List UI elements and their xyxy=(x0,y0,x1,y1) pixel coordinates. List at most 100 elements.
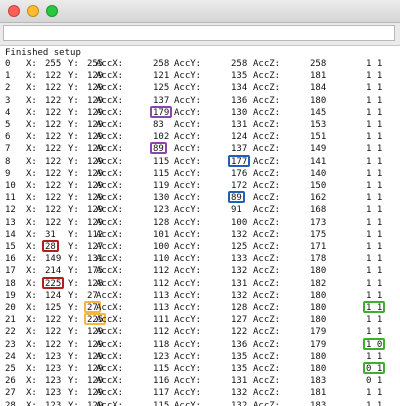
idx-value: 24 xyxy=(5,351,16,362)
y-label: Y: xyxy=(68,376,79,387)
console-line: 24 X: 123 Y: 129 AccX: 123 AccY: 135 AccZ: 180 1 1 xyxy=(0,351,400,363)
y-label: Y: xyxy=(68,59,79,69)
console-line: 16 X: 149 Y: 131 AccX: 110 AccY: 133 AccZ: 178 1 1 xyxy=(0,253,400,265)
accy-label: AccY: xyxy=(174,71,202,82)
accx-value: 115 xyxy=(153,400,170,406)
minimize-icon[interactable] xyxy=(27,5,39,17)
x-value: 122 xyxy=(45,315,62,326)
accy-label: AccY: xyxy=(174,400,202,406)
accx-label: AccX: xyxy=(96,120,124,130)
accy-label: AccY: xyxy=(174,217,202,228)
accy-label: AccY: xyxy=(174,205,202,216)
console-line: 20 X: 125 Y: 27 AccX: 113 AccY: 128 AccZ: 180 1 1 xyxy=(0,301,400,314)
x-value: 122 xyxy=(45,156,62,167)
accy-value: 132 xyxy=(231,266,248,277)
x-label: X: xyxy=(26,254,37,265)
y-label: Y: xyxy=(68,315,79,326)
accx-label: AccX: xyxy=(96,229,124,240)
y-label: Y: xyxy=(68,388,79,399)
flags-value: 1 1 xyxy=(366,59,383,69)
console-line: 4 X: 122 Y: 129 AccX: 179 AccY: 130 AccZ: 145 1 1 xyxy=(0,105,400,119)
accx-label: AccX: xyxy=(96,156,124,167)
accx-value: 111 xyxy=(153,315,170,326)
x-label: X: xyxy=(26,193,37,204)
y-label: Y: xyxy=(68,205,79,216)
y-label: Y: xyxy=(68,400,79,406)
accz-value: 180 xyxy=(310,364,327,374)
console-line: 0 X: 255 Y: 255 AccX: 258 AccY: 258 AccZ: 258 1 1 xyxy=(0,58,400,70)
serial-send-input[interactable] xyxy=(3,25,395,41)
x-label: X: xyxy=(26,400,37,406)
accx-value: 110 xyxy=(153,254,170,265)
accy-label: AccY: xyxy=(174,242,202,252)
idx-value: 3 xyxy=(5,95,11,106)
accx-value: 112 xyxy=(153,327,170,338)
flags-value: 1 1 xyxy=(366,83,383,94)
accz-label: AccZ: xyxy=(253,71,281,82)
accy-value: 135 xyxy=(231,351,248,362)
flags-value: 1 1 xyxy=(366,388,383,399)
accz-value: 180 xyxy=(310,351,327,362)
accy-value: 132 xyxy=(231,290,248,301)
y-label: Y: xyxy=(68,83,79,94)
y-label: Y: xyxy=(68,254,79,265)
console-line: 18 X: 225 Y: 128 AccX: 112 AccY: 131 AccZ: 182 1 1 xyxy=(0,276,400,290)
idx-value: 11 xyxy=(5,193,16,204)
accy-value: 128 xyxy=(231,303,248,313)
accz-label: AccZ: xyxy=(253,376,281,387)
accx-value: 125 xyxy=(153,83,170,94)
x-label: X: xyxy=(26,59,37,69)
console-line: 27 X: 123 Y: 129 AccX: 117 AccY: 132 AccZ: 181 1 1 xyxy=(0,387,400,399)
accx-label: AccX: xyxy=(96,388,124,399)
accx-label: AccX: xyxy=(96,205,124,216)
idx-value: 5 xyxy=(5,120,11,130)
console-line: 19 X: 124 Y: 27 AccX: 113 AccY: 132 AccZ: 180 1 1 xyxy=(0,290,400,302)
accy-label: AccY: xyxy=(174,376,202,387)
accx-label: AccX: xyxy=(96,351,124,362)
idx-value: 15 xyxy=(5,242,16,252)
flags-value: 1 1 xyxy=(366,400,383,406)
console-line: 15 X: 28 Y: 127 AccX: 100 AccY: 125 AccZ: 171 1 1 xyxy=(0,240,400,253)
x-value: 122 xyxy=(45,120,62,130)
idx-value: 16 xyxy=(5,254,16,265)
flags-value: 1 1 xyxy=(366,156,383,167)
serial-output-console[interactable]: Finished setup 0 X: 255 Y: 255 AccX: 258 AccY: 2… xyxy=(0,46,400,406)
x-label: X: xyxy=(26,71,37,82)
accx-value: 89 xyxy=(153,144,164,155)
flags-value: 0 1 xyxy=(366,376,383,387)
idx-value: 12 xyxy=(5,205,16,216)
idx-value: 6 xyxy=(5,132,11,143)
accy-label: AccY: xyxy=(174,327,202,338)
accx-value: 115 xyxy=(153,364,170,374)
accy-value: 134 xyxy=(231,83,248,94)
accx-value: 116 xyxy=(153,376,170,387)
accy-value: 172 xyxy=(231,181,248,191)
console-line: 28 X: 123 Y: 129 AccX: 115 AccY: 132 AccZ: 183 1 1 xyxy=(0,400,400,406)
accz-value: 180 xyxy=(310,315,327,326)
accz-label: AccZ: xyxy=(253,290,281,301)
accx-value: 102 xyxy=(153,132,170,143)
x-label: X: xyxy=(26,351,37,362)
idx-value: 9 xyxy=(5,168,11,179)
accy-value: 176 xyxy=(231,168,248,179)
serial-monitor-window: Finished setup 0 X: 255 Y: 255 AccX: 258 AccY: 2… xyxy=(0,0,400,406)
title-bar xyxy=(0,0,400,23)
accy-value: 100 xyxy=(231,217,248,228)
accz-value: 258 xyxy=(310,59,327,69)
accy-label: AccY: xyxy=(174,95,202,106)
accz-label: AccZ: xyxy=(253,107,281,118)
maximize-icon[interactable] xyxy=(46,5,58,17)
close-icon[interactable] xyxy=(8,5,20,17)
accx-value: 123 xyxy=(153,205,170,216)
accx-value: 112 xyxy=(153,266,170,277)
y-label: Y: xyxy=(68,339,79,350)
console-line: 10 X: 122 Y: 129 AccX: 119 AccY: 172 AccZ: 150 1 1 xyxy=(0,180,400,192)
accx-label: AccX: xyxy=(96,193,124,204)
flags-value: 1 1 xyxy=(366,290,383,301)
accy-value: 135 xyxy=(231,364,248,374)
console-line: 17 X: 214 Y: 175 AccX: 112 AccY: 132 AccZ: 180 1 1 xyxy=(0,265,400,277)
accy-label: AccY: xyxy=(174,290,202,301)
accz-label: AccZ: xyxy=(253,266,281,277)
x-label: X: xyxy=(26,388,37,399)
accx-label: AccX: xyxy=(96,71,124,82)
